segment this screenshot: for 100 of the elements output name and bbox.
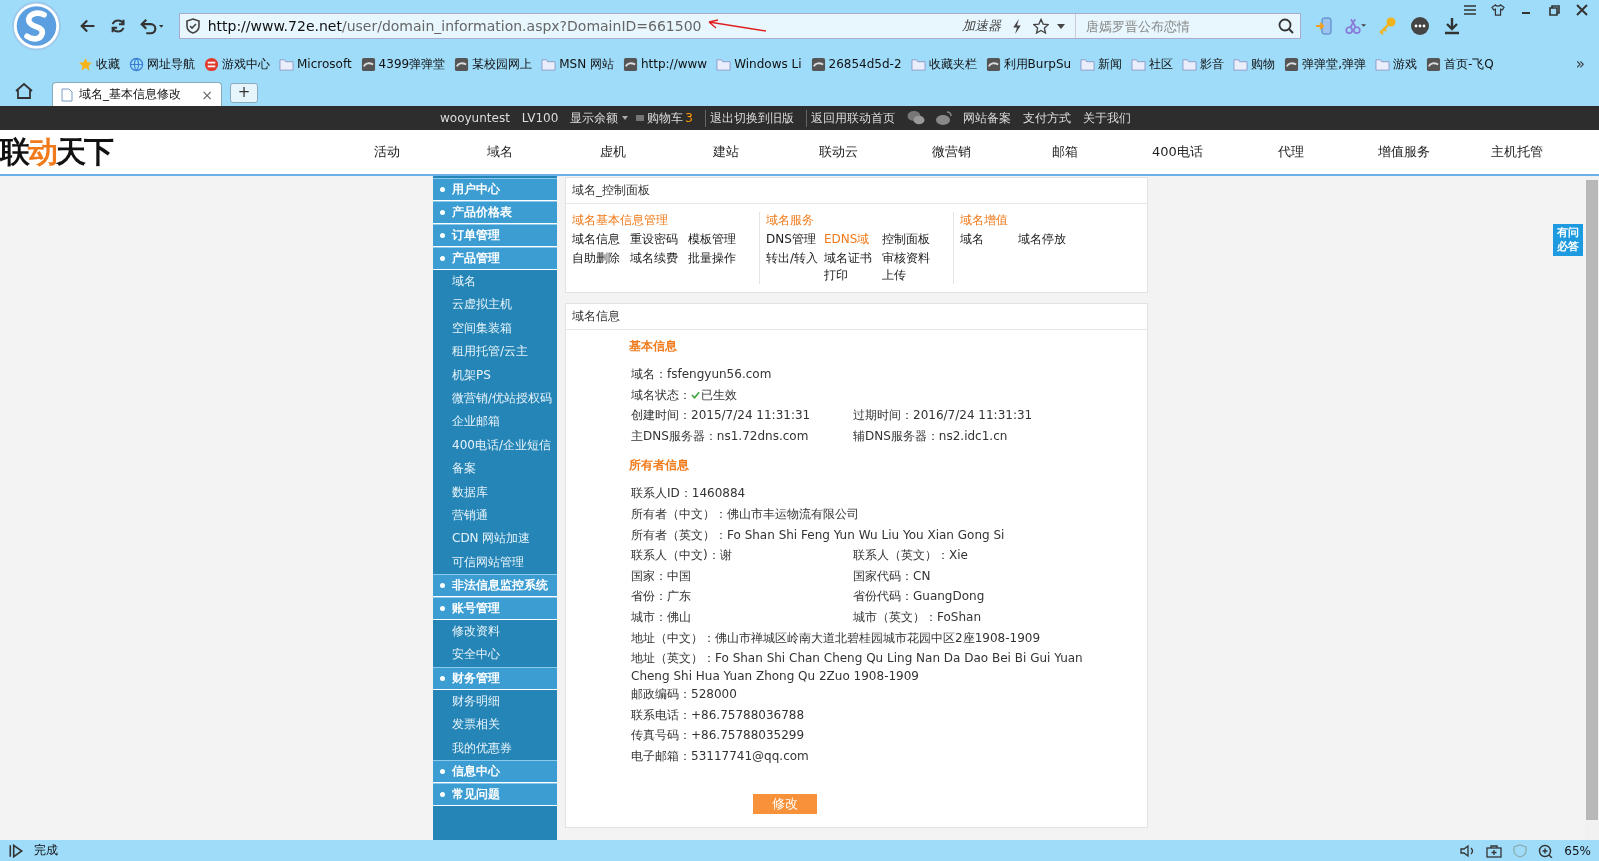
sidebar-item[interactable]: 发票相关 xyxy=(433,713,557,737)
top-link[interactable]: 关于我们 xyxy=(1083,109,1131,127)
panel-link[interactable]: 转出/转入 xyxy=(766,250,824,284)
info-text: 所有者（英文）：Fo Shan Shi Feng Yun Wu Liu You Xian Gong Si xyxy=(631,526,1005,544)
star-icon[interactable] xyxy=(1033,17,1049,35)
nav-item[interactable]: 域名 xyxy=(443,143,556,161)
panel-link[interactable]: 控制面板 xyxy=(882,231,940,248)
bookmark-item[interactable]: 游戏中心 xyxy=(204,55,270,73)
panel-link[interactable]: 域名信息 xyxy=(572,231,630,248)
panel-link[interactable]: 自助删除 xyxy=(572,250,630,267)
panel-link[interactable]: 域名续费 xyxy=(630,250,688,267)
bookmark-item[interactable]: 收藏 xyxy=(78,55,120,73)
weibo-icon[interactable] xyxy=(935,110,953,126)
bookmark-item[interactable]: 首页-飞Q xyxy=(1426,55,1494,73)
bookmark-item[interactable]: Microsoft xyxy=(279,56,352,72)
panel-title: 域名_控制面板 xyxy=(566,178,1147,204)
sidebar-item[interactable]: 租用托管/云主 xyxy=(433,340,557,364)
sidebar-item[interactable]: 云虚拟主机 xyxy=(433,293,557,317)
scroll-thumb[interactable] xyxy=(1586,180,1598,820)
bookmark-item[interactable]: 购物 xyxy=(1233,55,1276,73)
new-tab-button[interactable]: + xyxy=(230,83,258,103)
sidebar-item[interactable]: 企业邮箱 xyxy=(433,410,557,434)
undo-icon[interactable] xyxy=(139,16,165,36)
nav-item[interactable]: 400电话 xyxy=(1121,143,1234,161)
sidebar-item[interactable]: 安全中心 xyxy=(433,643,557,667)
cart-link[interactable]: 购物车 xyxy=(647,109,684,127)
sidebar-item[interactable]: 空间集装箱 xyxy=(433,316,557,341)
caret-icon[interactable] xyxy=(1057,23,1065,29)
site-logo[interactable]: 联动天下 xyxy=(0,131,330,173)
bookmark-item[interactable]: 网址导航 xyxy=(129,55,195,73)
sidebar-item[interactable]: 备案 xyxy=(433,457,557,481)
wechat-icon[interactable] xyxy=(907,110,925,126)
sidebar-item[interactable]: 域名 xyxy=(433,270,557,294)
balance-link[interactable]: 显示余额 xyxy=(570,109,619,127)
nav-item[interactable]: 建站 xyxy=(669,143,782,161)
top-link[interactable]: 网站备案 xyxy=(963,109,1011,127)
shirt-icon[interactable] xyxy=(1491,4,1505,16)
browser-tab[interactable]: 域名_基本信息修改 × xyxy=(52,82,222,106)
search-field[interactable]: 唐嫣罗晋公布恋情 xyxy=(1084,17,1278,35)
close-tab-button[interactable]: × xyxy=(201,86,213,103)
nav-item[interactable]: 主机托管 xyxy=(1460,143,1573,161)
menu-icon[interactable] xyxy=(1463,4,1477,16)
more-bookmarks-button[interactable]: » xyxy=(1575,55,1585,73)
panel-link[interactable]: 批量操作 xyxy=(688,250,746,267)
nav-item[interactable]: 代理 xyxy=(1234,143,1347,161)
info-text: 创建时间：2015/7/24 11:31:31 xyxy=(631,407,811,425)
sidebar-item[interactable]: 微营销/优站授权码 xyxy=(433,386,557,411)
bookmark-item[interactable]: Windows Li xyxy=(716,56,802,72)
info-text: 省份代码：GuangDong xyxy=(853,588,985,606)
username[interactable]: wooyuntest xyxy=(440,111,510,125)
panel-link[interactable]: 模板管理 xyxy=(688,231,746,248)
panel-link[interactable]: 域名停放 xyxy=(1018,231,1076,248)
bookmark-item[interactable]: 26854d5d-2 xyxy=(810,56,902,72)
search-icon[interactable] xyxy=(1278,18,1294,34)
bookmark-item[interactable]: 社区 xyxy=(1131,55,1174,73)
nav-item[interactable]: 邮箱 xyxy=(1008,143,1121,161)
sidebar-item[interactable]: 数据库 xyxy=(433,480,557,504)
sidebar-item[interactable]: 修改资料 xyxy=(433,620,557,644)
bookmark-item[interactable]: 4399弹弹堂 xyxy=(360,55,446,73)
top-link[interactable]: 返回用联动首页 xyxy=(806,109,895,127)
nav-item[interactable]: 联动云 xyxy=(782,143,895,161)
zoom-level[interactable]: 65% xyxy=(1564,843,1591,858)
panel-link[interactable]: 审核资料上传 xyxy=(882,250,940,284)
bookmark-item[interactable]: 新闻 xyxy=(1080,55,1123,73)
sidebar-toggle-icon[interactable] xyxy=(8,843,24,858)
sidebar-item[interactable]: 机架PS xyxy=(433,363,557,387)
nav-item[interactable]: 活动 xyxy=(330,143,443,161)
top-link[interactable]: 支付方式 xyxy=(1023,109,1071,127)
browser-logo-icon[interactable] xyxy=(12,0,61,53)
bookmark-item[interactable]: http://www xyxy=(622,56,708,72)
sidebar-item[interactable]: 可信网站管理 xyxy=(433,550,557,575)
accelerator-label[interactable]: 加速器 xyxy=(962,17,1001,35)
panel-link[interactable]: DNS管理 xyxy=(766,231,824,248)
restore-icon[interactable] xyxy=(1547,4,1561,16)
sidebar-item[interactable]: 营销通 xyxy=(433,503,557,528)
toolbox-icon[interactable] xyxy=(1486,843,1503,858)
bookmark-item[interactable]: 收藏夹栏 xyxy=(910,55,977,73)
bookmark-item[interactable]: MSN 网站 xyxy=(541,55,614,73)
nav-item[interactable]: 微营销 xyxy=(895,143,1008,161)
folder-icon xyxy=(910,56,926,72)
nav-item[interactable]: 虚机 xyxy=(556,143,669,161)
sidebar-item[interactable]: CDN 网站加速 xyxy=(433,527,557,551)
bookmark-item[interactable]: 游戏 xyxy=(1375,55,1417,73)
panel-link[interactable]: 重设密码 xyxy=(630,231,688,248)
bookmark-item[interactable]: 弹弹堂,弹弹 xyxy=(1284,55,1366,73)
sidebar-item[interactable]: 财务明细 xyxy=(433,689,557,714)
home-icon[interactable] xyxy=(14,82,34,100)
address-bar[interactable]: http://www.72e.net/user/domain_information.aspx?DomainID=661500 加速器 唐嫣罗晋公布恋情 xyxy=(178,13,1301,39)
panel-link[interactable]: 域名 xyxy=(960,231,1018,248)
more-icon[interactable] xyxy=(1409,16,1431,36)
nav-item[interactable]: 增值服务 xyxy=(1347,143,1460,161)
panel-link[interactable]: 域名证书打印 xyxy=(824,250,882,284)
sidebar-item[interactable]: 我的优惠券 xyxy=(433,736,557,761)
bookmark-item[interactable]: 某校园网上 xyxy=(454,55,533,73)
bookmark-item[interactable]: 影音 xyxy=(1182,55,1225,73)
bookmark-item[interactable]: 利用BurpSu xyxy=(985,55,1072,73)
close-icon[interactable] xyxy=(1575,4,1589,16)
top-link[interactable]: 退出切换到旧版 xyxy=(705,109,794,127)
zoom-icon[interactable] xyxy=(1538,843,1555,858)
sidebar-item[interactable]: 400电话/企业短信 xyxy=(433,433,557,458)
